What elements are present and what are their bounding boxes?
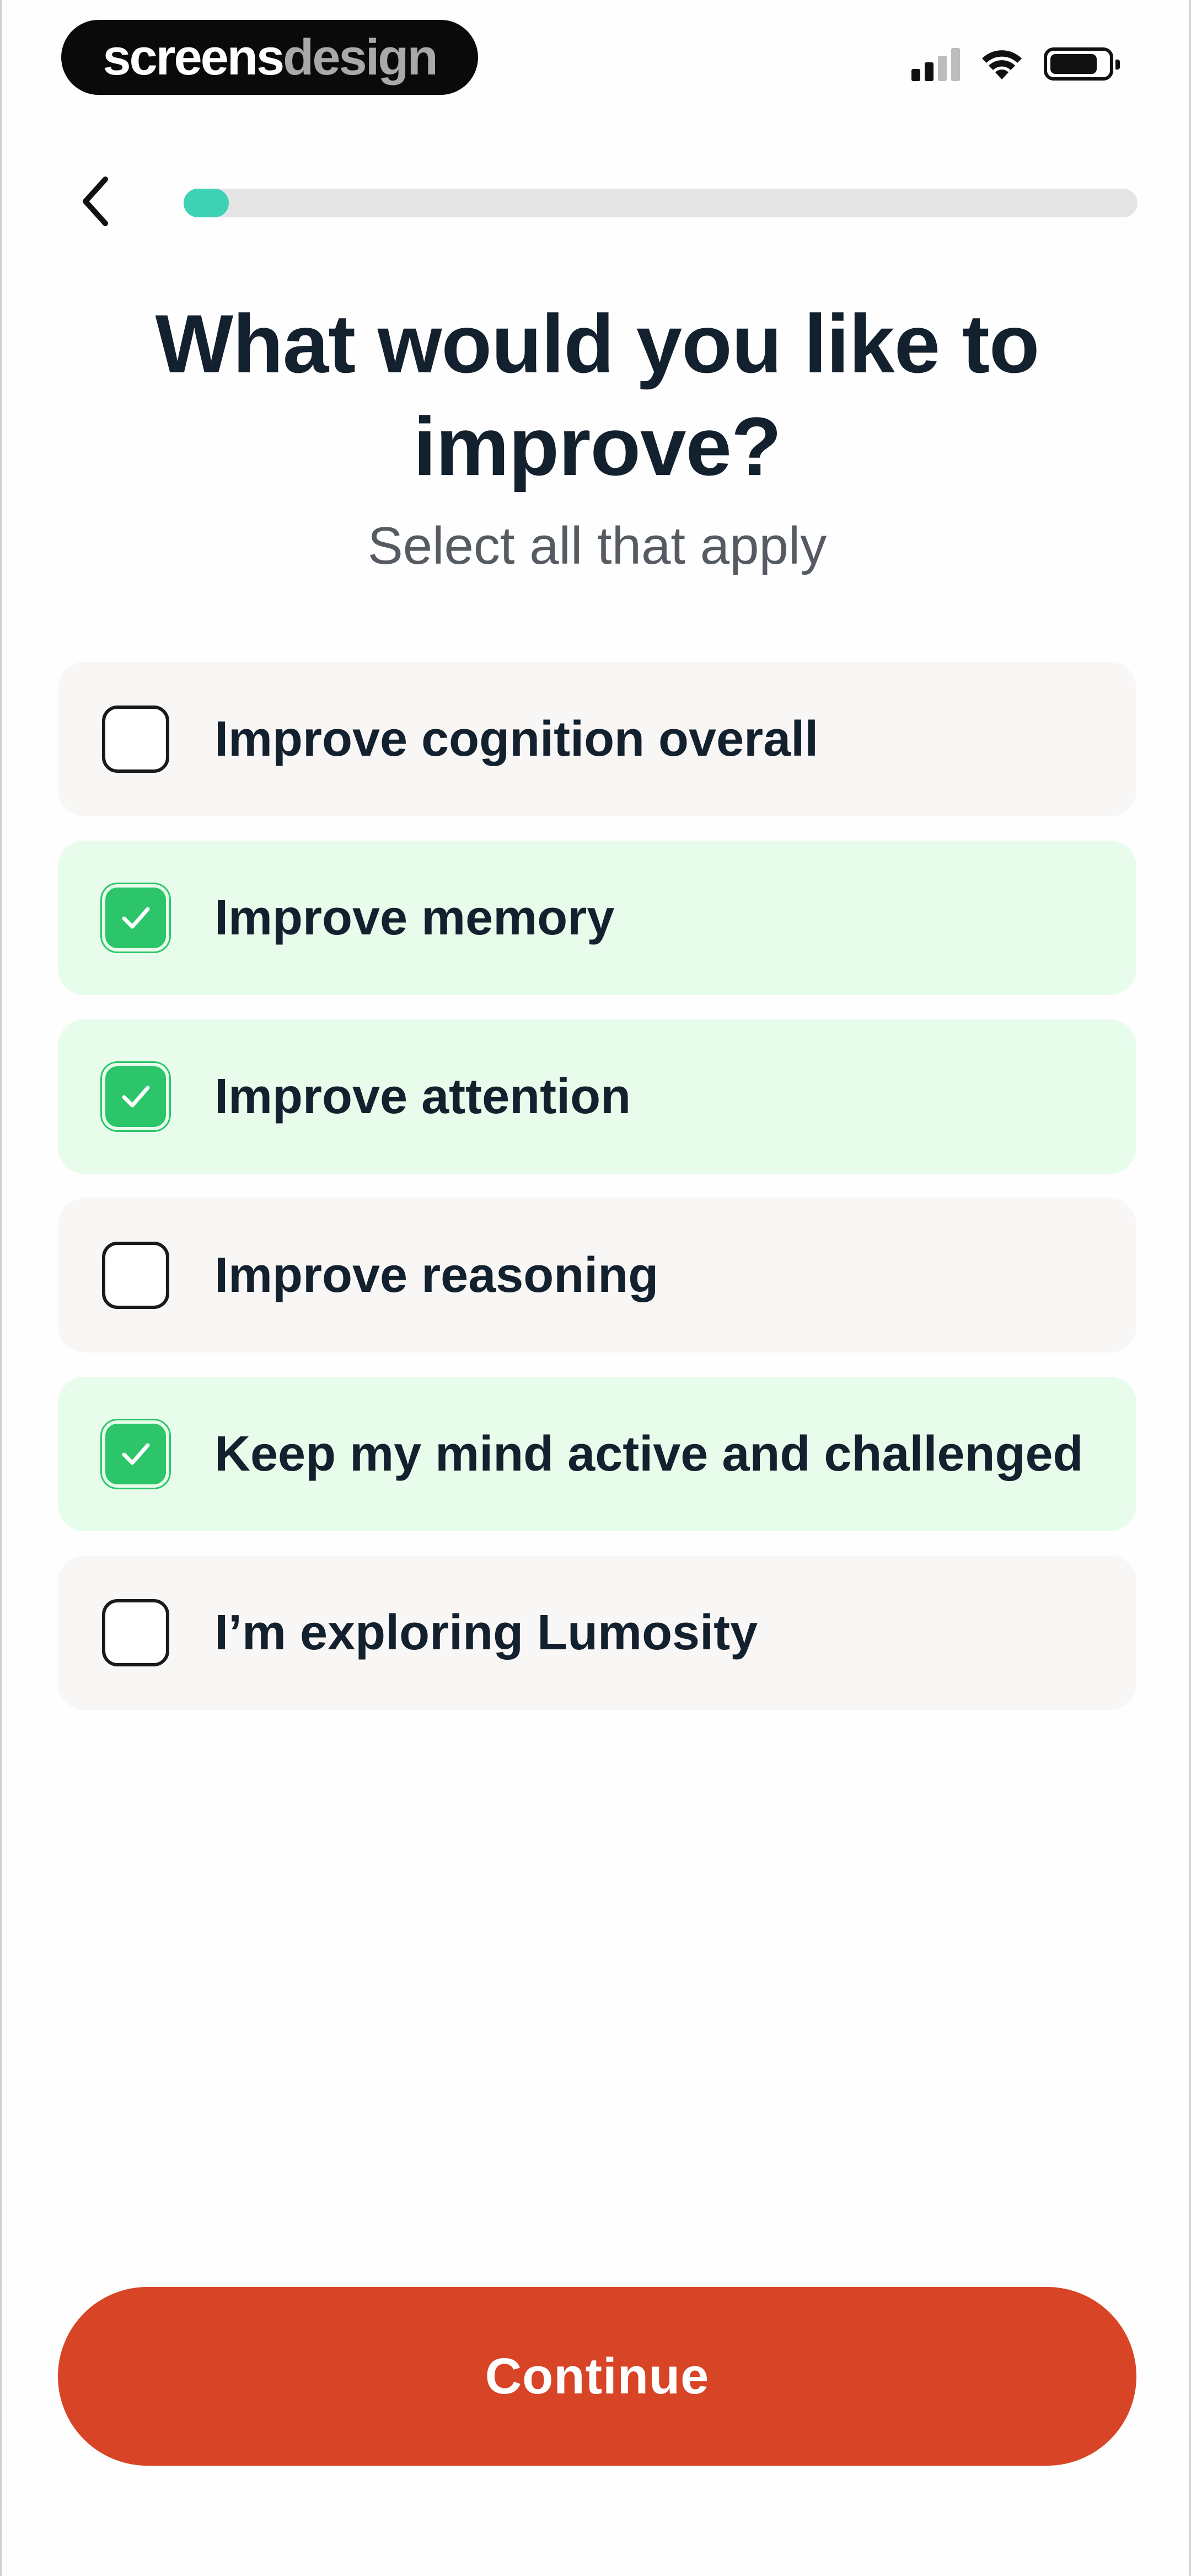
option-item[interactable]: Keep my mind active and challenged (58, 1377, 1136, 1531)
checkbox[interactable] (102, 1599, 169, 1666)
continue-button[interactable]: Continue (58, 2287, 1136, 2466)
onboarding-screen: screens design What would you like to imp… (0, 0, 1191, 2576)
option-item[interactable]: Improve memory (58, 841, 1136, 995)
wifi-icon (982, 50, 1022, 79)
option-label: I’m exploring Lumosity (214, 1605, 758, 1660)
checkbox[interactable] (102, 1063, 169, 1130)
progress-bar (184, 189, 1138, 217)
status-icons (911, 46, 1120, 82)
options-list: Improve cognition overall Improve memory… (58, 662, 1136, 1710)
option-label: Keep my mind active and challenged (214, 1426, 1083, 1482)
chevron-left-icon (83, 177, 108, 226)
checkmark-icon (122, 1086, 150, 1108)
checkbox[interactable] (102, 1242, 169, 1309)
option-item[interactable]: Improve attention (58, 1019, 1136, 1174)
checkbox[interactable] (102, 884, 169, 952)
checkbox[interactable] (102, 706, 169, 773)
option-label: Improve reasoning (214, 1247, 659, 1303)
option-label: Improve cognition overall (214, 711, 819, 767)
brand-text-part2: design (283, 29, 438, 85)
back-button[interactable] (68, 165, 123, 237)
option-label: Improve memory (214, 890, 615, 945)
option-item[interactable]: I’m exploring Lumosity (58, 1556, 1136, 1710)
option-item[interactable]: Improve reasoning (58, 1198, 1136, 1353)
battery-icon (1044, 47, 1120, 81)
checkmark-icon (122, 1443, 150, 1465)
checkmark-icon (122, 907, 150, 929)
brand-logo: screens design (61, 20, 478, 95)
option-label: Improve attention (214, 1068, 631, 1124)
page-title: What would you like to improve? (155, 297, 1040, 493)
checkbox[interactable] (102, 1420, 169, 1488)
signal-icon (911, 47, 960, 81)
option-item[interactable]: Improve cognition overall (58, 662, 1136, 816)
page-subtitle: Select all that apply (367, 516, 827, 575)
brand-text-part1: screens (103, 29, 285, 85)
progress-fill (184, 189, 229, 217)
